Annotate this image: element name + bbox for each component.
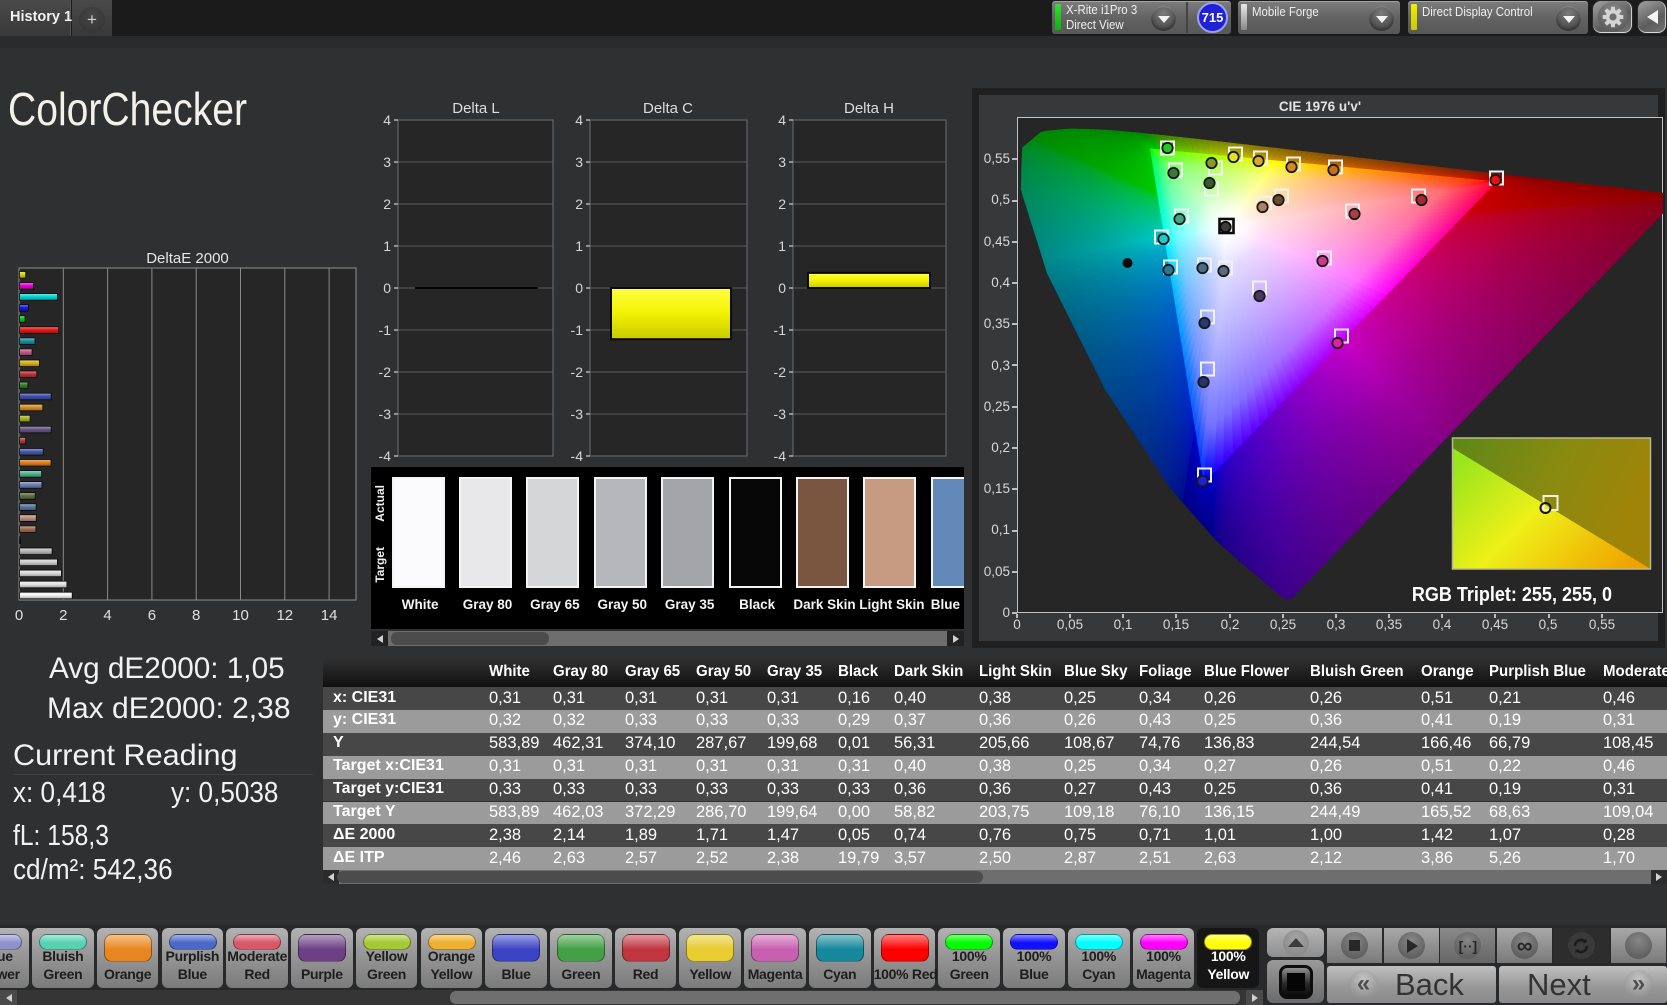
svg-text:4: 4 xyxy=(778,112,786,128)
svg-text:4: 4 xyxy=(575,112,583,128)
svg-text:0: 0 xyxy=(383,280,391,296)
svg-text:-3: -3 xyxy=(774,406,787,422)
svg-text:Delta L: Delta L xyxy=(452,100,500,117)
svg-text:0: 0 xyxy=(15,607,23,624)
svg-text:12: 12 xyxy=(276,607,293,624)
svg-text:Delta C: Delta C xyxy=(643,100,693,117)
svg-text:4: 4 xyxy=(103,607,111,624)
svg-text:-2: -2 xyxy=(571,364,584,380)
svg-text:2: 2 xyxy=(59,607,67,624)
svg-text:10: 10 xyxy=(232,607,249,624)
svg-text:8: 8 xyxy=(192,607,200,624)
svg-text:0: 0 xyxy=(575,280,583,296)
svg-text:2: 2 xyxy=(575,196,583,212)
svg-text:-1: -1 xyxy=(571,322,584,338)
svg-text:3: 3 xyxy=(778,154,786,170)
svg-text:-4: -4 xyxy=(774,448,787,464)
svg-text:Delta H: Delta H xyxy=(844,100,894,117)
svg-text:3: 3 xyxy=(383,154,391,170)
svg-text:-4: -4 xyxy=(379,448,392,464)
svg-text:3: 3 xyxy=(575,154,583,170)
svg-text:6: 6 xyxy=(148,607,156,624)
svg-text:4: 4 xyxy=(383,112,391,128)
svg-text:1: 1 xyxy=(383,238,391,254)
svg-text:1: 1 xyxy=(778,238,786,254)
svg-text:2: 2 xyxy=(778,196,786,212)
svg-text:14: 14 xyxy=(321,607,338,624)
svg-text:-3: -3 xyxy=(379,406,392,422)
svg-text:-2: -2 xyxy=(379,364,392,380)
svg-text:-1: -1 xyxy=(774,322,787,338)
svg-text:1: 1 xyxy=(575,238,583,254)
svg-text:-3: -3 xyxy=(571,406,584,422)
svg-text:-2: -2 xyxy=(774,364,787,380)
svg-text:-1: -1 xyxy=(379,322,392,338)
svg-text:2: 2 xyxy=(383,196,391,212)
svg-text:-4: -4 xyxy=(571,448,584,464)
svg-text:0: 0 xyxy=(778,280,786,296)
